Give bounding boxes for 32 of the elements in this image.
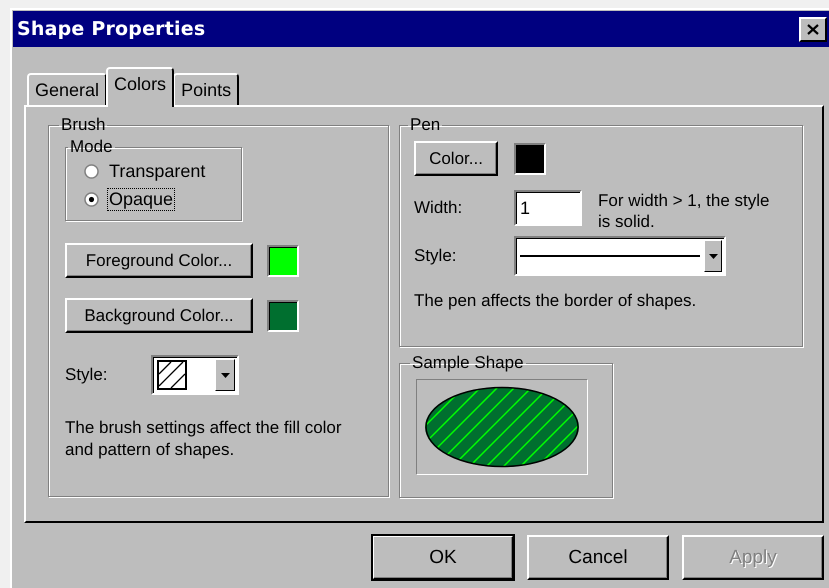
description-text: The pen affects the border of shapes.	[414, 290, 698, 312]
style-label: Style:	[414, 246, 458, 266]
width-field[interactable]: 1	[514, 190, 582, 226]
close-button[interactable]	[799, 16, 827, 42]
radio-option[interactable]: Opaque	[84, 185, 237, 213]
line-style-icon	[520, 254, 700, 258]
dialog-button[interactable]: Cancel	[527, 535, 669, 580]
group-label: Mode	[69, 137, 114, 157]
style-dropdown[interactable]	[151, 355, 239, 395]
style-label: Style:	[65, 365, 109, 385]
style-dropdown[interactable]	[514, 236, 726, 276]
tab[interactable]: Points	[173, 73, 240, 105]
tab[interactable]: Colors	[106, 67, 174, 107]
color-button[interactable]: Color...	[414, 141, 498, 176]
window-title: Shape Properties	[17, 18, 206, 40]
color-button[interactable]: Background Color...	[65, 298, 253, 333]
radio-option[interactable]: Transparent	[84, 157, 237, 185]
tab[interactable]: General	[27, 73, 108, 105]
caret-icon	[220, 372, 230, 378]
description-text: The brush settings affect the fill color and pattern of shapes.	[65, 417, 343, 461]
radio-icon	[84, 192, 99, 206]
group-label: Sample Shape	[411, 353, 525, 373]
group-label: Pen	[409, 115, 442, 135]
close-icon	[807, 24, 819, 34]
group-label: Brush	[60, 115, 106, 135]
width-label: Width:	[414, 197, 464, 218]
hint-text: For width > 1, the style is solid.	[598, 190, 770, 232]
radio-icon	[84, 164, 99, 178]
caret-icon	[708, 254, 718, 258]
dialog-button[interactable]: OK	[372, 535, 514, 580]
hatch-pattern-icon	[157, 360, 187, 390]
color-button[interactable]: Foreground Color...	[65, 243, 253, 278]
